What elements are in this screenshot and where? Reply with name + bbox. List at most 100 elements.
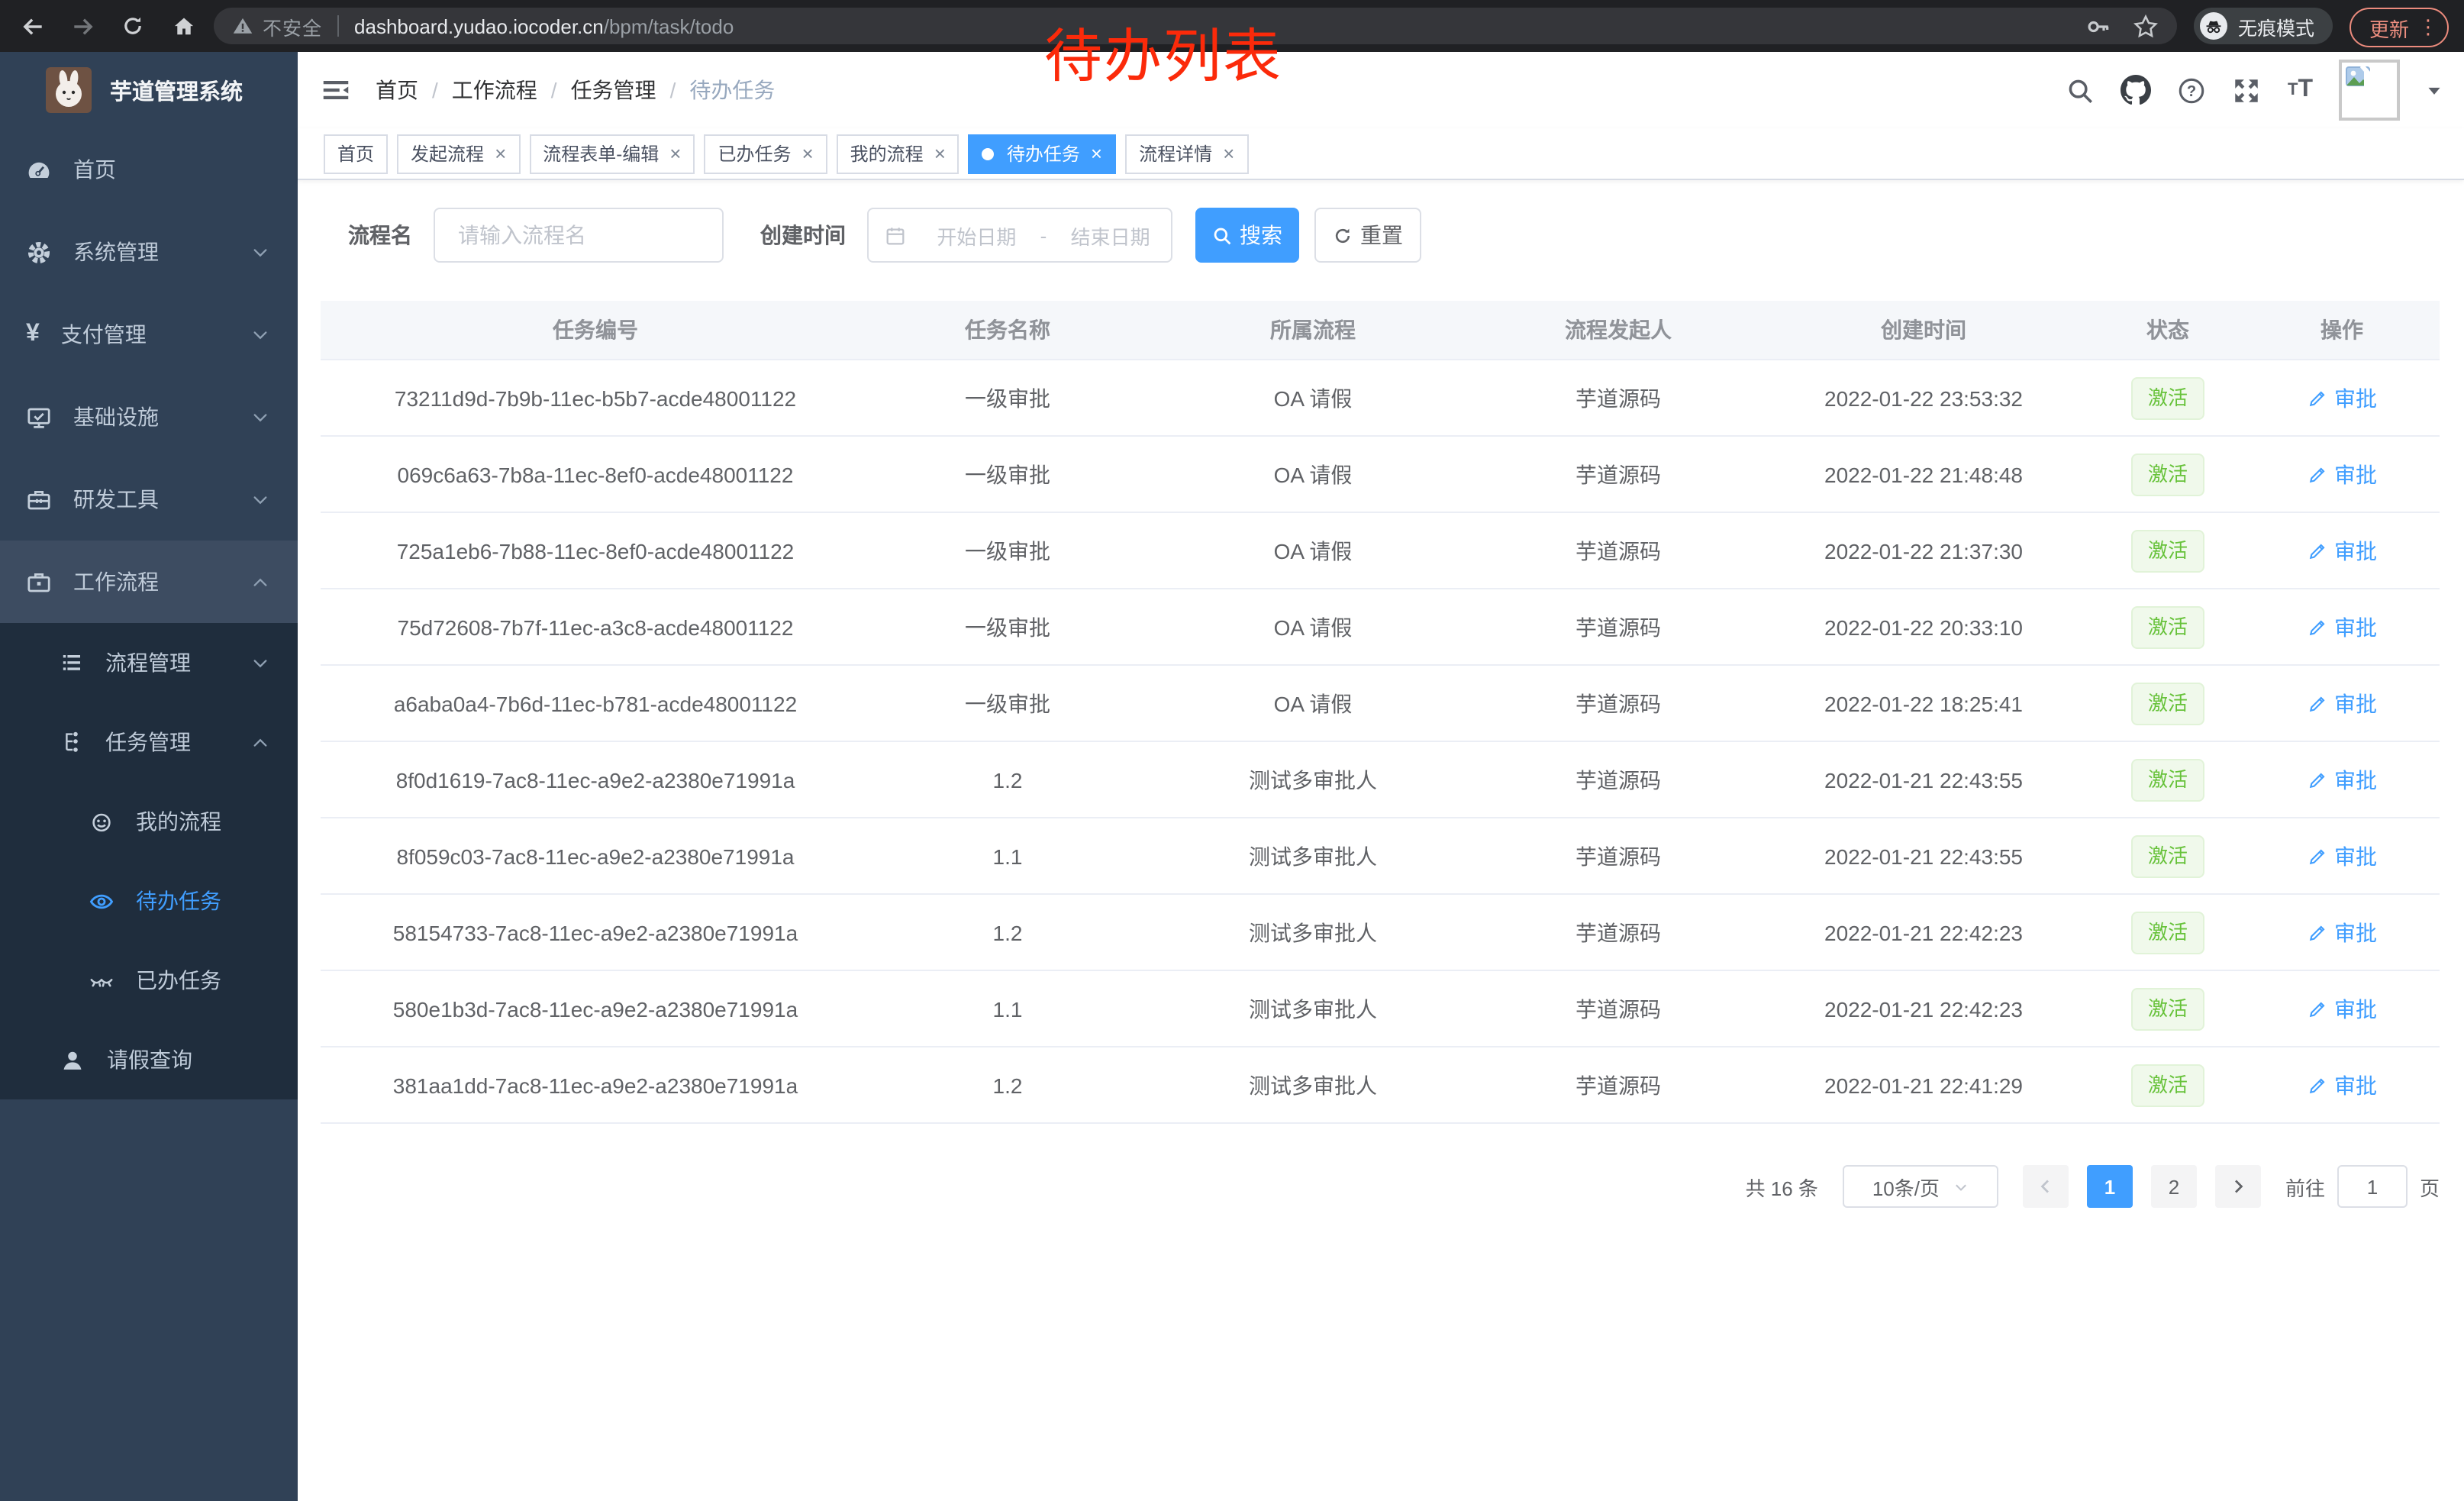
tab-process-detail[interactable]: 流程详情× bbox=[1125, 134, 1248, 173]
sidebar-item-payment-management[interactable]: ¥支付管理 bbox=[0, 293, 298, 376]
close-icon[interactable]: × bbox=[495, 144, 506, 163]
pagination-prev-button[interactable] bbox=[2023, 1165, 2069, 1208]
reset-button[interactable]: 重置 bbox=[1314, 208, 1421, 263]
user-icon bbox=[60, 1047, 85, 1073]
chevron-down-icon bbox=[250, 489, 270, 509]
tab-my-process[interactable]: 我的流程× bbox=[837, 134, 959, 173]
sidebar-item-system-management[interactable]: 系统管理 bbox=[0, 211, 298, 293]
end-date-placeholder[interactable]: 结束日期 bbox=[1050, 221, 1171, 250]
search-button[interactable]: 搜索 bbox=[1195, 208, 1299, 263]
approve-link[interactable]: 审批 bbox=[2307, 1070, 2377, 1100]
process-name-input[interactable] bbox=[434, 208, 724, 263]
process-starter-cell: 芋道源码 bbox=[1481, 360, 1756, 436]
process-name-cell: 测试多审批人 bbox=[1145, 1047, 1481, 1123]
tab-todo-tasks[interactable]: 待办任务× bbox=[969, 134, 1116, 173]
bookmark-star-icon[interactable] bbox=[2133, 13, 2159, 39]
approve-link[interactable]: 审批 bbox=[2307, 688, 2377, 718]
task-name-cell: 一级审批 bbox=[870, 436, 1145, 512]
reload-icon[interactable] bbox=[119, 12, 147, 40]
close-icon[interactable]: × bbox=[801, 144, 813, 163]
sidebar-item-label: 流程管理 bbox=[105, 647, 191, 678]
edit-pencil-icon bbox=[2307, 845, 2328, 867]
hamburger-icon[interactable] bbox=[321, 75, 351, 105]
breadcrumb-item[interactable]: 任务管理 bbox=[571, 75, 656, 105]
sidebar-item-done-tasks[interactable]: 已办任务 bbox=[0, 941, 298, 1020]
approve-link-label: 审批 bbox=[2334, 1070, 2377, 1100]
approve-link[interactable]: 审批 bbox=[2307, 383, 2377, 413]
approve-link[interactable]: 审批 bbox=[2307, 764, 2377, 795]
status-badge: 激活 bbox=[2131, 529, 2204, 572]
help-icon[interactable]: ? bbox=[2178, 76, 2207, 105]
process-name-cell: 测试多审批人 bbox=[1145, 818, 1481, 894]
tab-process-form-edit[interactable]: 流程表单-编辑× bbox=[529, 134, 695, 173]
forward-icon[interactable] bbox=[69, 12, 96, 40]
process-starter-cell: 芋道源码 bbox=[1481, 512, 1756, 589]
pagination-goto-input[interactable] bbox=[2337, 1165, 2408, 1208]
sidebar-item-leave-query[interactable]: 请假查询 bbox=[0, 1020, 298, 1099]
approve-link[interactable]: 审批 bbox=[2307, 612, 2377, 642]
create-time-cell: 2022-01-21 22:42:23 bbox=[1756, 970, 2091, 1047]
sidebar-item-home[interactable]: 首页 bbox=[0, 128, 298, 211]
approve-link[interactable]: 审批 bbox=[2307, 535, 2377, 566]
sidebar-item-workflow[interactable]: 工作流程 bbox=[0, 541, 298, 623]
chevron-down-icon[interactable] bbox=[2426, 82, 2443, 98]
create-time-cell: 2022-01-22 23:53:32 bbox=[1756, 360, 2091, 436]
action-cell: 审批 bbox=[2244, 512, 2440, 589]
breadcrumb-item[interactable]: 工作流程 bbox=[452, 75, 537, 105]
key-icon[interactable] bbox=[2085, 13, 2111, 39]
security-label[interactable]: 不安全 bbox=[263, 11, 322, 40]
approve-link[interactable]: 审批 bbox=[2307, 993, 2377, 1024]
pagination-page-1[interactable]: 1 bbox=[2087, 1165, 2133, 1208]
status-badge: 激活 bbox=[2131, 911, 2204, 954]
pagination-next-button[interactable] bbox=[2215, 1165, 2261, 1208]
sidebar-item-process-management[interactable]: 流程管理 bbox=[0, 623, 298, 702]
edit-pencil-icon bbox=[2307, 692, 2328, 714]
close-icon[interactable]: × bbox=[934, 144, 946, 163]
url-path: /bpm/task/todo bbox=[604, 15, 734, 37]
search-icon[interactable] bbox=[2066, 76, 2095, 105]
tab-home[interactable]: 首页 bbox=[324, 134, 388, 173]
close-icon[interactable]: × bbox=[1223, 144, 1234, 163]
sidebar-item-infrastructure[interactable]: 基础设施 bbox=[0, 376, 298, 458]
app-logo-row[interactable]: 芋道管理系统 bbox=[0, 52, 298, 128]
sidebar-item-label: 支付管理 bbox=[61, 319, 147, 350]
avatar[interactable] bbox=[2339, 60, 2400, 121]
status-badge: 激活 bbox=[2131, 682, 2204, 725]
close-icon[interactable]: × bbox=[1091, 144, 1102, 163]
edit-pencil-icon bbox=[2307, 616, 2328, 638]
pagination-page-2[interactable]: 2 bbox=[2151, 1165, 2197, 1208]
close-icon[interactable]: × bbox=[669, 144, 681, 163]
action-cell: 审批 bbox=[2244, 665, 2440, 741]
sidebar-item-dev-tools[interactable]: 研发工具 bbox=[0, 458, 298, 541]
approve-link[interactable]: 审批 bbox=[2307, 841, 2377, 871]
font-size-icon[interactable]: TT bbox=[2288, 78, 2313, 102]
browser-update-button[interactable]: 更新 ⋮ bbox=[2350, 8, 2449, 47]
process-starter-cell: 芋道源码 bbox=[1481, 436, 1756, 512]
sidebar-item-todo-tasks[interactable]: 待办任务 bbox=[0, 861, 298, 941]
tab-done-tasks[interactable]: 已办任务× bbox=[704, 134, 827, 173]
browser-menu-icon[interactable]: ⋮ bbox=[2418, 15, 2438, 40]
approve-link[interactable]: 审批 bbox=[2307, 459, 2377, 489]
fullscreen-icon[interactable] bbox=[2233, 76, 2262, 105]
sidebar-item-my-process[interactable]: 我的流程 bbox=[0, 782, 298, 861]
sidebar-item-label: 已办任务 bbox=[136, 965, 221, 996]
breadcrumb-item: 待办任务 bbox=[689, 75, 775, 105]
home-icon[interactable] bbox=[169, 12, 197, 40]
edit-pencil-icon bbox=[2307, 922, 2328, 943]
task-name-cell: 1.2 bbox=[870, 1047, 1145, 1123]
status-cell: 激活 bbox=[2091, 970, 2244, 1047]
filter-form: 流程名 创建时间 开始日期 - 结束日期 搜索 重置 bbox=[321, 208, 2440, 263]
github-icon[interactable] bbox=[2121, 75, 2152, 105]
breadcrumb-item[interactable]: 首页 bbox=[376, 75, 418, 105]
start-date-placeholder[interactable]: 开始日期 bbox=[916, 221, 1037, 250]
navbar-actions: ? TT bbox=[2066, 52, 2443, 128]
tree-icon bbox=[60, 730, 84, 754]
back-icon[interactable] bbox=[18, 12, 46, 40]
create-time-cell: 2022-01-21 22:43:55 bbox=[1756, 741, 2091, 818]
tab-start-process[interactable]: 发起流程× bbox=[397, 134, 520, 173]
approve-link[interactable]: 审批 bbox=[2307, 917, 2377, 947]
sidebar-item-task-management[interactable]: 任务管理 bbox=[0, 702, 298, 782]
page-size-select[interactable]: 10条/页 bbox=[1843, 1165, 1998, 1208]
date-range-input[interactable]: 开始日期 - 结束日期 bbox=[867, 208, 1172, 263]
table-row: 069c6a63-7b8a-11ec-8ef0-acde48001122一级审批… bbox=[321, 436, 2440, 512]
